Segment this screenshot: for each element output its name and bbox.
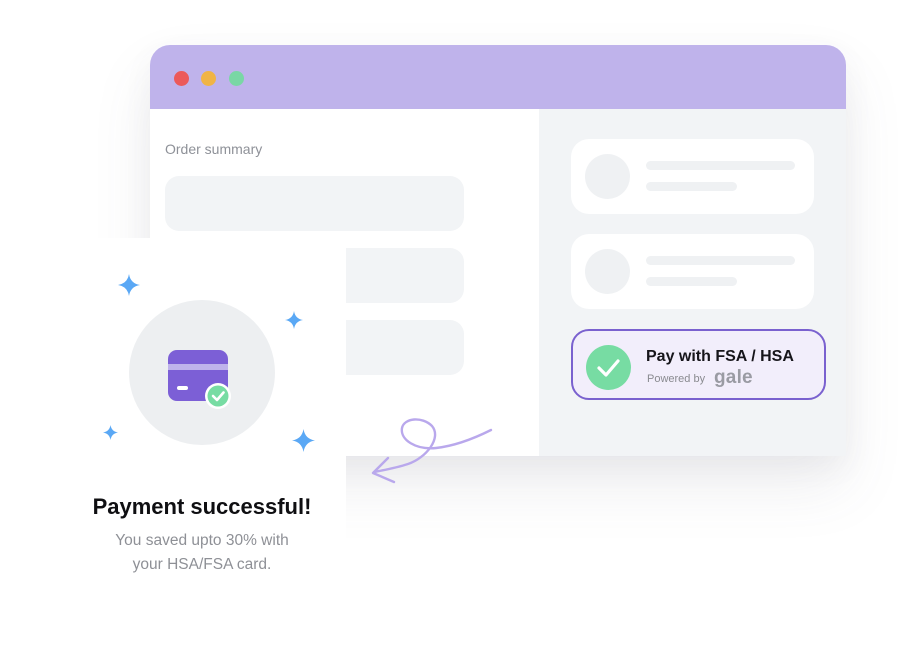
window-titlebar: [150, 45, 846, 109]
placeholder-line: [646, 256, 795, 265]
order-summary-title: Order summary: [165, 141, 263, 157]
powered-by-label: Powered by: [647, 373, 706, 385]
subtitle-line: your HSA/FSA card.: [132, 556, 272, 573]
sparkle-icon: [118, 274, 140, 296]
sparkle-icon: [285, 311, 303, 329]
gale-logo: gale: [714, 367, 753, 388]
curly-arrow-icon: [371, 418, 493, 484]
payment-success-subtitle: You saved upto 30% with your HSA/FSA car…: [0, 529, 404, 577]
sparkle-icon: [103, 425, 118, 440]
placeholder-avatar: [585, 154, 630, 199]
window-minimize-dot[interactable]: [201, 71, 216, 86]
order-item-placeholder: [165, 176, 464, 231]
payment-method-placeholder-card[interactable]: [571, 234, 814, 309]
placeholder-line: [646, 161, 795, 170]
placeholder-avatar: [585, 249, 630, 294]
window-maximize-dot[interactable]: [229, 71, 244, 86]
payment-success-title: Payment successful!: [92, 494, 312, 519]
payment-methods-pane: Pay with FSA / HSA Powered by gale: [539, 109, 846, 456]
window-close-dot[interactable]: [174, 71, 189, 86]
sparkle-icon: [292, 429, 315, 452]
payment-method-placeholder-card[interactable]: [571, 139, 814, 214]
pay-with-fsa-hsa-option[interactable]: Pay with FSA / HSA Powered by gale: [571, 329, 826, 400]
credit-card-icon: [163, 344, 237, 415]
subtitle-line: You saved upto 30% with: [115, 532, 289, 549]
placeholder-line: [646, 277, 737, 286]
pay-option-title: Pay with FSA / HSA: [646, 348, 794, 365]
placeholder-line: [646, 182, 737, 191]
check-circle-icon: [586, 345, 631, 390]
